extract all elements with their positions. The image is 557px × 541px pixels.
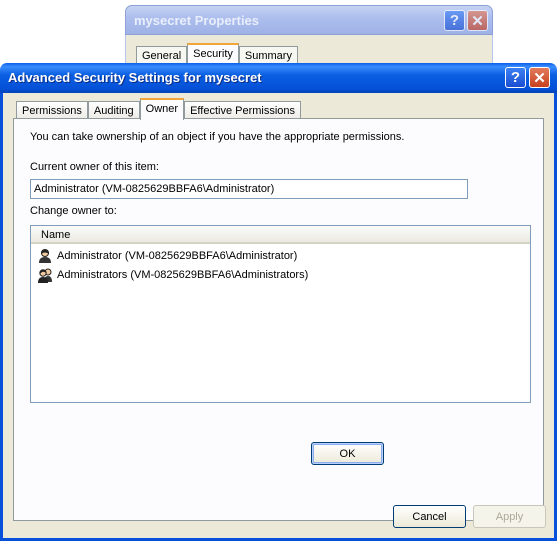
tab-summary[interactable]: Summary	[238, 46, 298, 64]
tab-security[interactable]: Security	[187, 43, 239, 64]
user-icon	[39, 249, 51, 263]
help-button[interactable]: ?	[505, 67, 526, 88]
help-icon: ?	[449, 12, 460, 29]
intro-text: You can take ownership of an object if y…	[30, 131, 405, 143]
help-icon: ?	[510, 69, 521, 86]
name-column-header[interactable]: Name	[31, 226, 530, 244]
properties-tab-strip: General Security Summary	[136, 43, 298, 65]
properties-title-bar: mysecret Properties ? ✕	[125, 5, 493, 35]
dialog-title: Advanced Security Settings for mysecret	[8, 70, 262, 85]
owner-name: Administrators (VM-0825629BBFA6\Administ…	[57, 269, 309, 281]
dialog-body: Permissions Auditing Owner Effective Per…	[0, 93, 557, 541]
tab-permissions[interactable]: Permissions	[16, 101, 88, 119]
properties-window-title: mysecret Properties	[134, 13, 260, 28]
current-owner-label: Current owner of this item:	[30, 161, 159, 173]
tab-owner[interactable]: Owner	[139, 98, 185, 120]
owner-tab-panel: You can take ownership of an object if y…	[13, 118, 544, 521]
tab-strip: Permissions Auditing Owner Effective Per…	[16, 98, 302, 120]
properties-help-button[interactable]: ?	[444, 10, 465, 31]
advanced-security-dialog: Advanced Security Settings for mysecret …	[0, 63, 557, 541]
dialog-title-bar[interactable]: Advanced Security Settings for mysecret …	[0, 63, 557, 93]
current-owner-field[interactable]: Administrator (VM-0825629BBFA6\Administr…	[30, 179, 468, 199]
owner-name: Administrator (VM-0825629BBFA6\Administr…	[57, 250, 298, 262]
name-column-label: Name	[41, 229, 71, 241]
list-item[interactable]: Administrators (VM-0825629BBFA6\Administ…	[37, 266, 308, 284]
properties-close-button[interactable]: ✕	[467, 10, 488, 31]
tab-effective-permissions[interactable]: Effective Permissions	[184, 101, 302, 119]
cancel-button[interactable]: Cancel	[393, 505, 466, 528]
close-icon: ✕	[471, 12, 484, 30]
ok-button[interactable]: OK	[311, 442, 384, 465]
change-owner-label: Change owner to:	[30, 205, 117, 217]
list-item[interactable]: Administrator (VM-0825629BBFA6\Administr…	[37, 247, 297, 265]
tab-general[interactable]: General	[136, 46, 188, 64]
group-icon	[38, 268, 52, 283]
owner-list[interactable]: Name Administrator (VM-0825629BBFA6\Admi…	[30, 225, 531, 403]
tab-auditing[interactable]: Auditing	[87, 101, 140, 119]
apply-button[interactable]: Apply	[473, 505, 546, 528]
close-button[interactable]: ✕	[529, 67, 550, 88]
close-icon: ✕	[533, 69, 546, 87]
